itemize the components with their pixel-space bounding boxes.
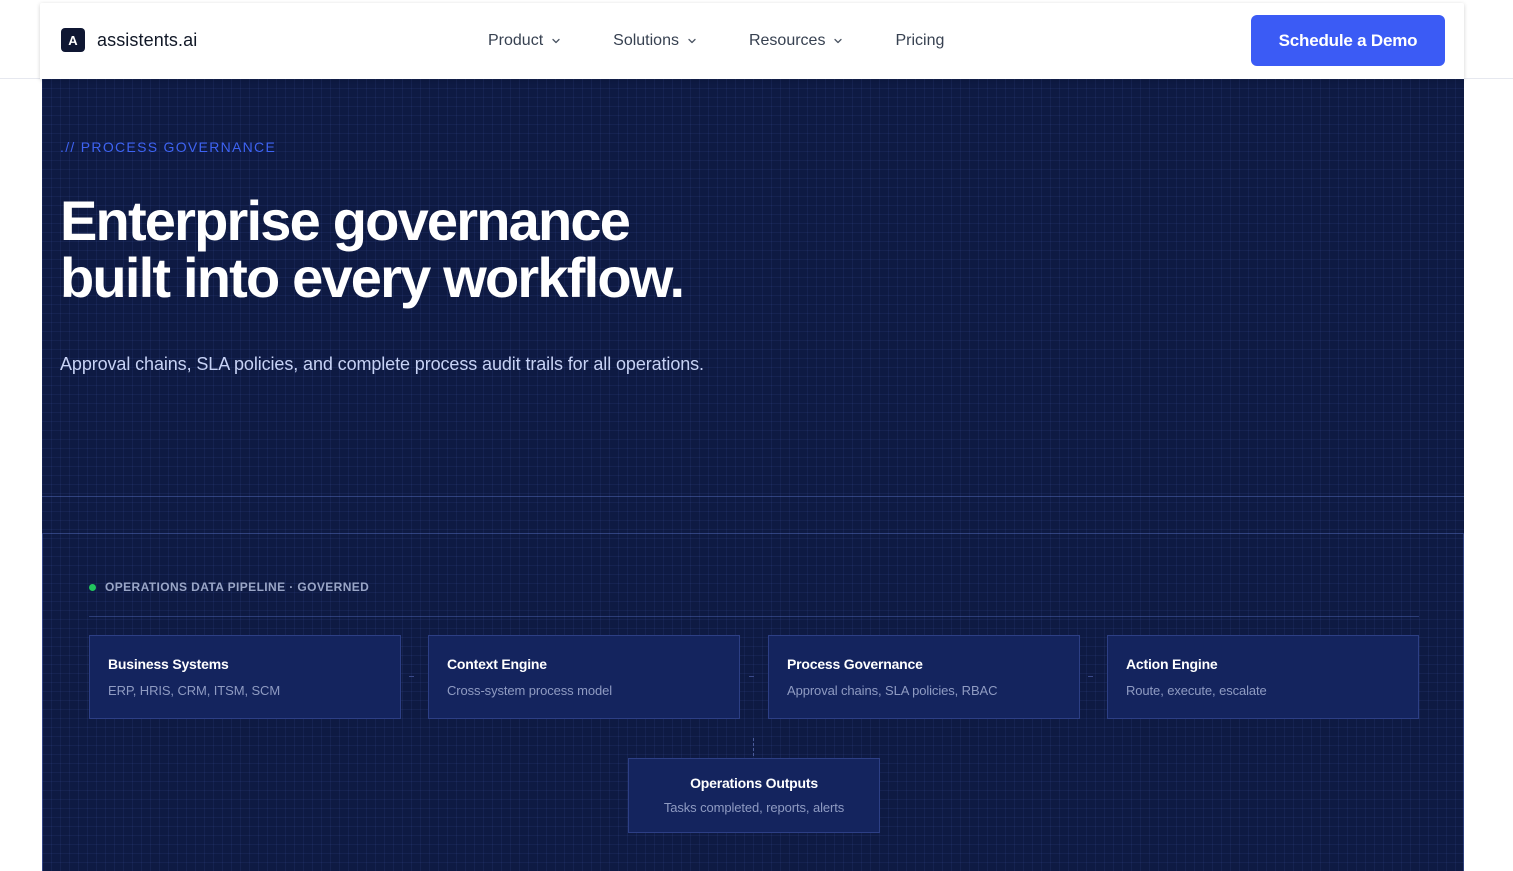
hero-section: .// PROCESS GOVERNANCE Enterprise govern… <box>42 79 1464 871</box>
stage-connector <box>749 676 754 677</box>
headline-line-2: built into every workflow. <box>60 246 685 309</box>
stage-title: Context Engine <box>447 656 547 672</box>
main-menu: Product Solutions Resources Pricing <box>488 3 944 79</box>
nav-item-product-label: Product <box>488 32 544 49</box>
pipeline-title: OPERATIONS DATA PIPELINE · GOVERNED <box>105 580 370 594</box>
brand-name: assistents.ai <box>97 29 198 50</box>
nav-item-pricing-label: Pricing <box>895 32 945 49</box>
schedule-demo-button[interactable]: Schedule a Demo <box>1251 15 1445 66</box>
section-eyebrow: .// PROCESS GOVERNANCE <box>60 139 276 155</box>
status-dot-icon <box>89 583 96 591</box>
chevron-down-icon <box>688 38 696 44</box>
stage-card-action-engine: Action Engine Route, execute, escalate <box>1107 635 1419 719</box>
nav-item-resources-label: Resources <box>748 32 826 49</box>
stage-card-process-governance: Process Governance Approval chains, SLA … <box>768 635 1080 719</box>
stage-subtitle: Cross-system process model <box>447 683 612 698</box>
nav-item-resources[interactable]: Resources <box>749 32 843 50</box>
stage-title: Process Governance <box>787 656 923 672</box>
eyebrow-prefix: .// <box>60 139 76 155</box>
stage-subtitle: Route, execute, escalate <box>1126 683 1267 698</box>
hero-headline: Enterprise governance built into every w… <box>60 189 685 309</box>
pipeline-rule <box>89 616 1419 617</box>
stage-title: Business Systems <box>108 656 229 672</box>
stage-card-business-systems: Business Systems ERP, HRIS, CRM, ITSM, S… <box>89 635 401 719</box>
stage-connector <box>1088 676 1093 677</box>
stage-card-context-engine: Context Engine Cross-system process mode… <box>428 635 740 719</box>
eyebrow-label: PROCESS GOVERNANCE <box>80 139 277 155</box>
stage-subtitle: ERP, HRIS, CRM, ITSM, SCM <box>108 683 281 698</box>
chevron-down-icon <box>552 38 560 44</box>
headline-line-1: Enterprise governance <box>60 189 631 252</box>
stage-connector <box>409 676 414 677</box>
brand-logo[interactable]: A assistents.ai <box>61 28 197 52</box>
logo-mark: A <box>61 28 85 52</box>
nav-item-product[interactable]: Product <box>488 32 561 50</box>
stage-title: Action Engine <box>1126 656 1218 672</box>
nav-item-pricing[interactable]: Pricing <box>895 32 944 50</box>
output-card: Operations Outputs Tasks completed, repo… <box>628 758 880 833</box>
pipeline-diagram: OPERATIONS DATA PIPELINE · GOVERNED Busi… <box>42 533 1464 871</box>
pipeline-header: OPERATIONS DATA PIPELINE · GOVERNED <box>89 580 369 594</box>
section-divider <box>42 496 1464 497</box>
output-connector <box>753 738 754 756</box>
hero-subhead: Approval chains, SLA policies, and compl… <box>60 354 704 374</box>
chevron-down-icon <box>834 38 843 44</box>
nav-item-solutions-label: Solutions <box>613 32 679 49</box>
nav-item-solutions[interactable]: Solutions <box>613 32 697 50</box>
page: A assistents.ai Product Solutions Resour… <box>0 0 1513 871</box>
output-title: Operations Outputs <box>690 775 818 791</box>
top-navigation: A assistents.ai Product Solutions Resour… <box>40 3 1464 79</box>
output-subtitle: Tasks completed, reports, alerts <box>663 800 845 815</box>
stage-subtitle: Approval chains, SLA policies, RBAC <box>787 683 998 698</box>
